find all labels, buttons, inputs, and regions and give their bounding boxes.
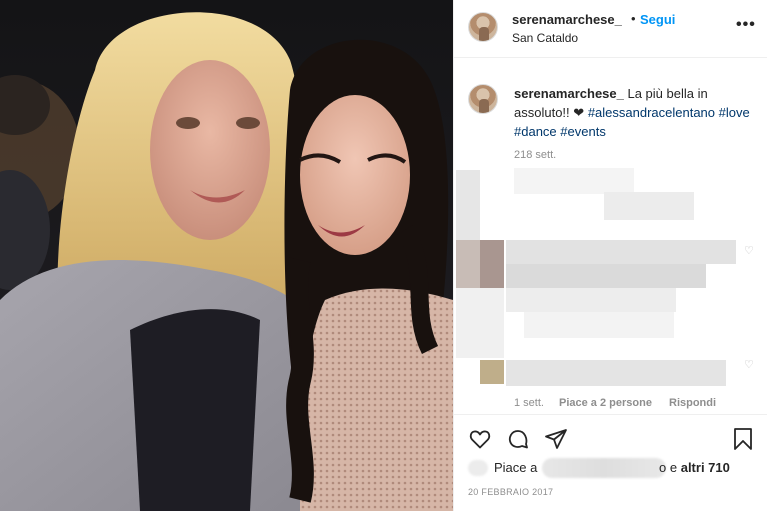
comment-like-icon[interactable]: ♡ — [744, 244, 754, 257]
avatar[interactable] — [468, 12, 498, 42]
likes-others: altri 710 — [680, 460, 730, 475]
post-date: 20 FEBBRAIO 2017 — [468, 487, 554, 497]
comment-likes-link[interactable]: Piace a 2 persone — [559, 397, 652, 409]
post-actions-bar — [454, 414, 767, 462]
likes-suffix-letter: o — [659, 460, 667, 475]
caption-timestamp: 218 sett. — [514, 149, 557, 161]
blurred-block — [604, 192, 694, 220]
hashtag-link[interactable]: #alessandracelentano — [588, 105, 715, 120]
post-header: serenamarchese_ • Segui San Cataldo ••• — [454, 0, 767, 58]
caption-avatar[interactable] — [468, 84, 498, 114]
blurred-block — [514, 168, 634, 194]
blurred-block — [506, 360, 726, 386]
blurred-block — [506, 240, 736, 264]
blurred-username — [542, 458, 666, 478]
likes-summary[interactable]: Piace a o e altri 710 — [454, 458, 767, 478]
post-caption: serenamarchese_ La più bella in assoluto… — [514, 84, 754, 141]
likes-count[interactable]: o e altri 710 — [659, 460, 730, 475]
blurred-block — [506, 288, 676, 312]
hashtag-link[interactable]: #love — [719, 105, 750, 120]
hashtag-link[interactable]: #events — [560, 124, 606, 139]
blurred-block — [480, 360, 504, 384]
reply-button[interactable]: Rispondi — [669, 397, 716, 409]
follow-button[interactable]: Segui — [640, 12, 675, 27]
blurred-block — [480, 240, 504, 288]
blurred-block — [506, 264, 706, 288]
header-separator: • — [631, 11, 636, 26]
post-sidebar: serenamarchese_ • Segui San Cataldo ••• … — [453, 0, 767, 511]
comments-list: ♡ ♡ — [454, 168, 767, 396]
location-link[interactable]: San Cataldo — [512, 31, 578, 45]
photo-illustration — [0, 12, 453, 511]
bookmark-icon[interactable] — [732, 427, 754, 456]
more-icon[interactable]: ••• — [736, 16, 756, 34]
comment-timestamp: 1 sett. — [514, 397, 544, 409]
hashtag-link[interactable]: #dance — [514, 124, 557, 139]
comment-like-icon[interactable]: ♡ — [744, 358, 754, 371]
post-photo — [0, 0, 453, 511]
blurred-block — [456, 170, 480, 240]
comment-icon[interactable] — [506, 427, 530, 456]
heart-icon[interactable] — [468, 427, 492, 456]
liker-avatar-blurred — [468, 460, 488, 476]
likes-prefix: Piace a — [494, 460, 538, 475]
likes-conjunction: e — [669, 460, 678, 475]
blurred-block — [524, 312, 674, 338]
header-username[interactable]: serenamarchese_ — [512, 12, 622, 27]
share-icon[interactable] — [544, 427, 568, 456]
heart-emoji: ❤ — [573, 105, 585, 120]
caption-username[interactable]: serenamarchese_ — [514, 86, 624, 101]
blurred-block — [456, 288, 504, 358]
